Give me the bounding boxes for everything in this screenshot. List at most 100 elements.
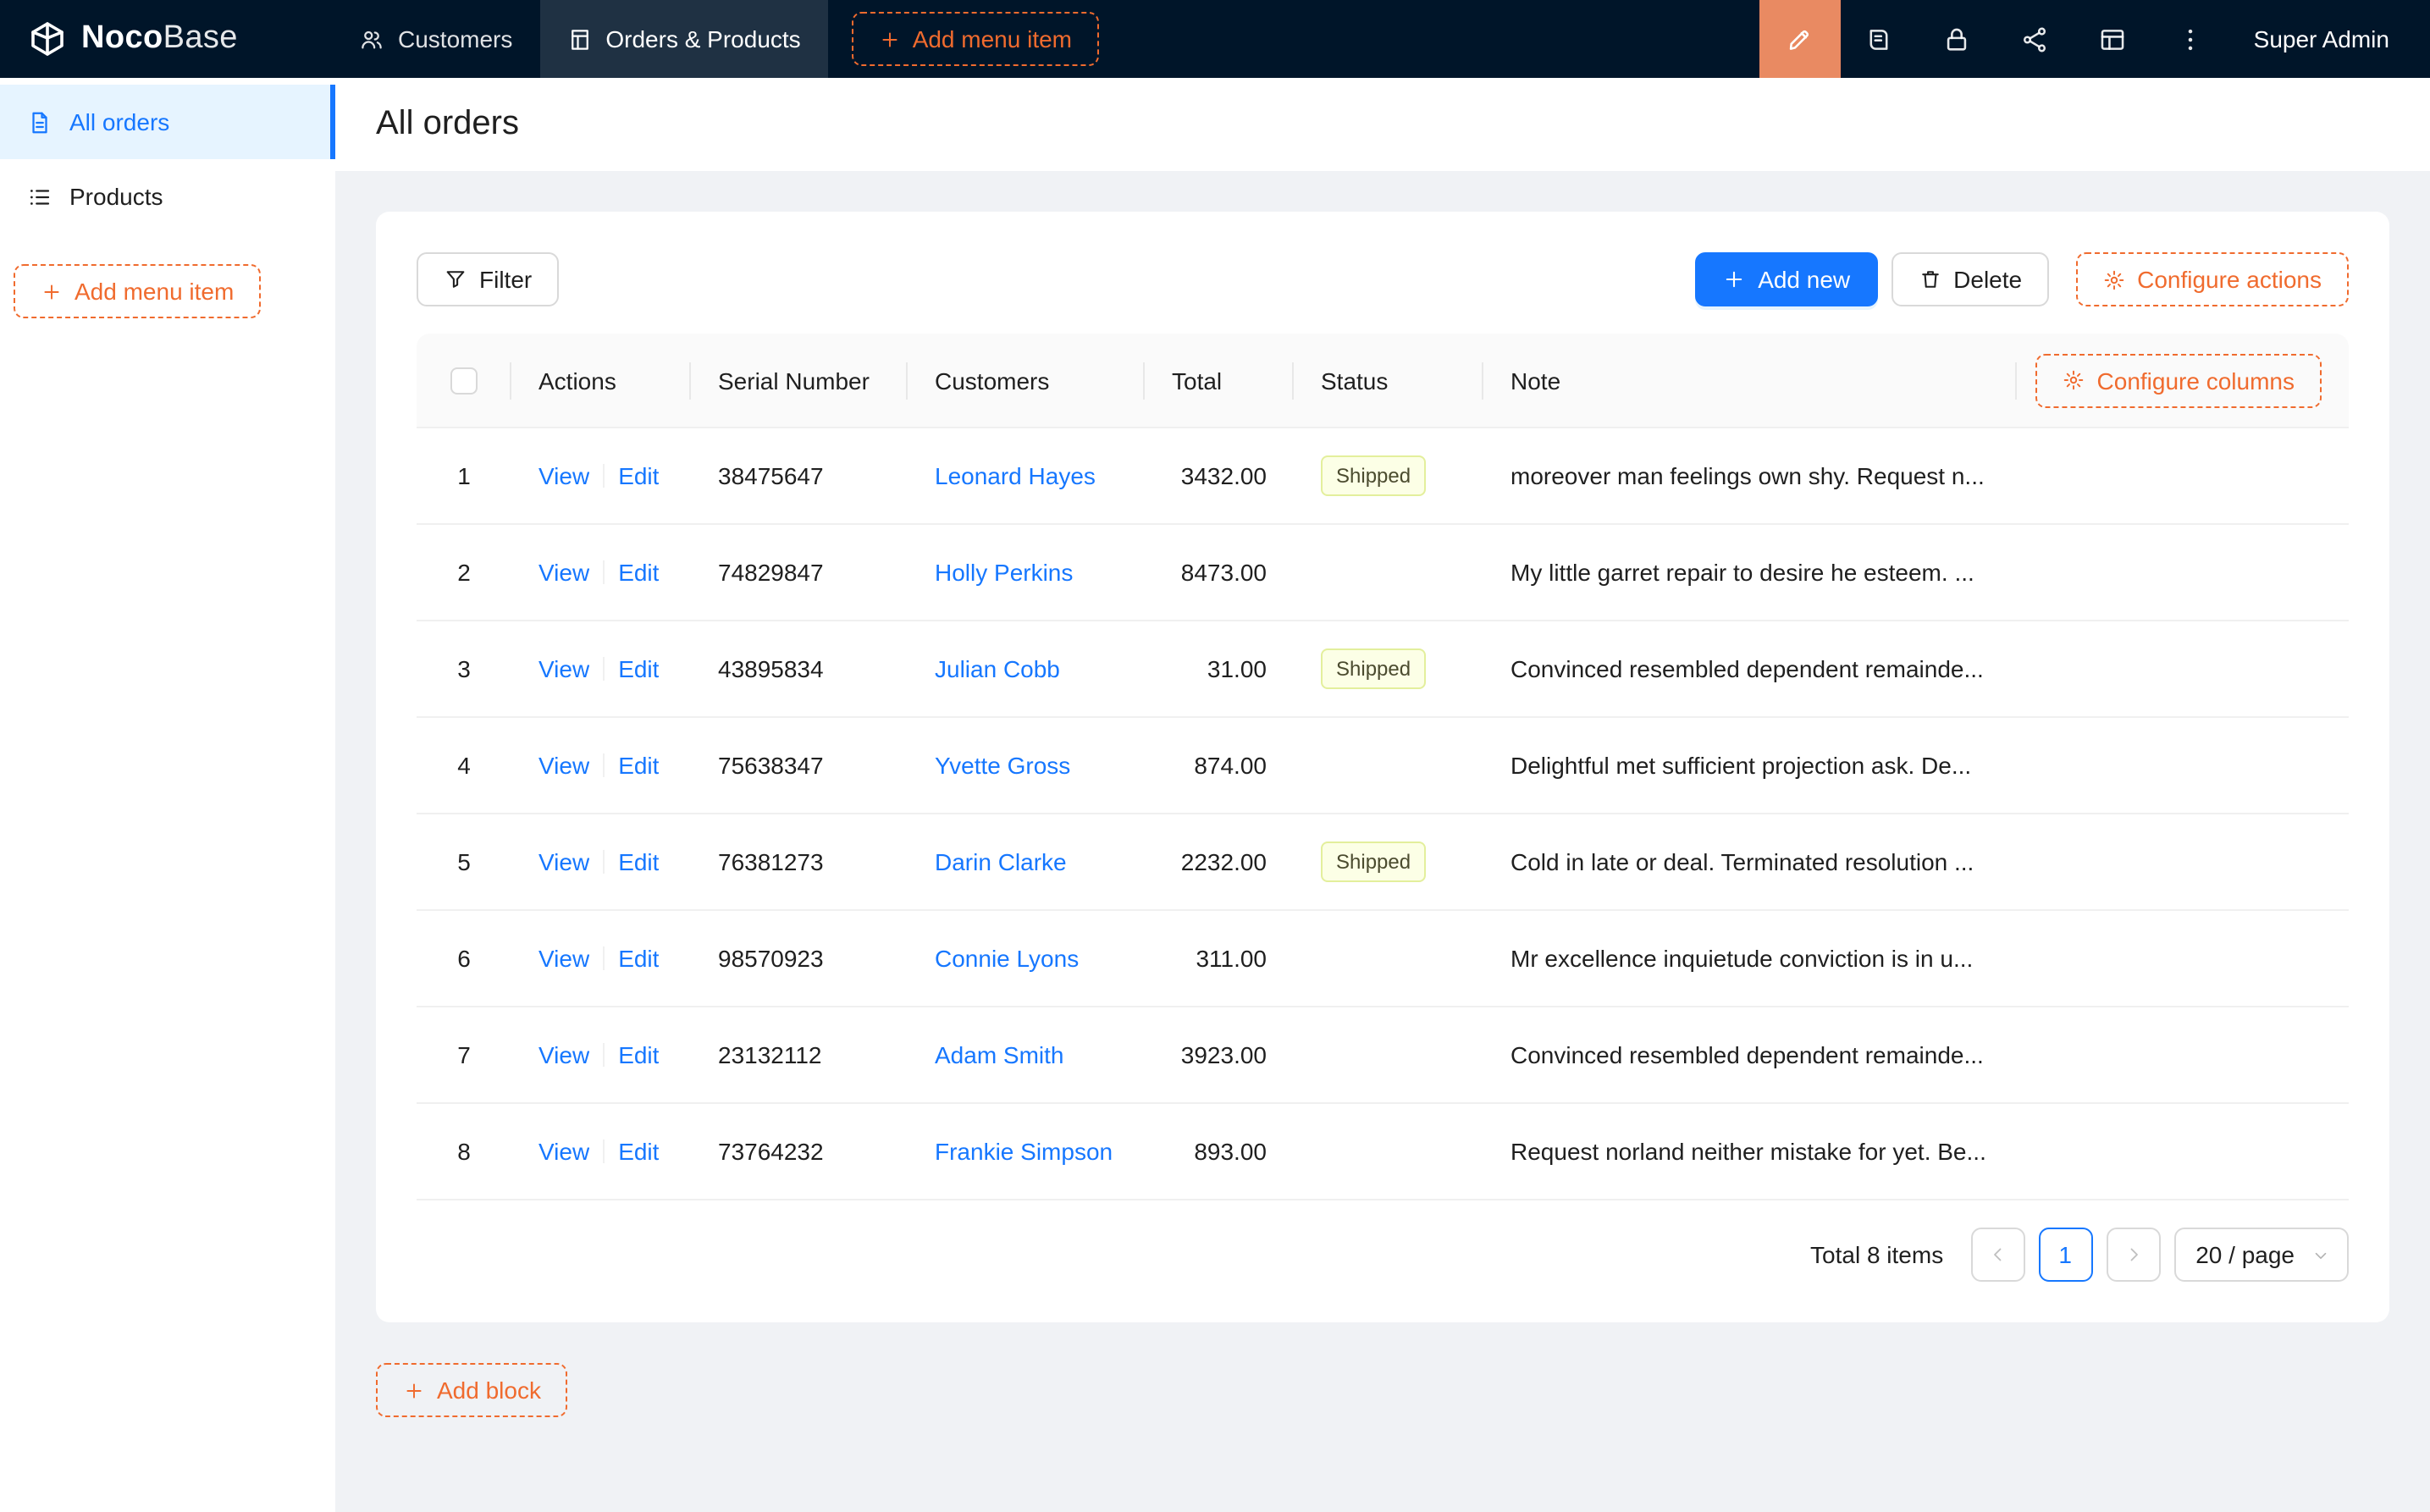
add-block-button[interactable]: Add block	[376, 1363, 568, 1417]
orders-file-icon	[566, 26, 592, 52]
action-divider	[603, 560, 605, 584]
table-toolbar: Filter Add new Delete	[417, 252, 2349, 306]
more-button[interactable]	[2152, 0, 2230, 78]
table-row: 8 View Edit 73764232 Frankie Simpson 893…	[417, 1104, 2349, 1200]
customer-link[interactable]: Frankie Simpson	[935, 1138, 1113, 1165]
edit-link[interactable]: Edit	[618, 559, 659, 586]
trash-icon	[1918, 268, 1941, 291]
filter-button[interactable]: Filter	[417, 252, 559, 306]
customer-link[interactable]: Adam Smith	[935, 1041, 1064, 1068]
column-header-note: Note	[1483, 334, 2017, 427]
top-header: NocoBase Customers Orders & Products	[0, 0, 2430, 78]
note-cell: My little garret repair to desire he est…	[1483, 559, 2017, 586]
header-actions: Super Admin	[1759, 0, 2430, 78]
table-body: 1 View Edit 38475647 Leonard Hayes 3432.…	[417, 428, 2349, 1200]
view-link[interactable]: View	[538, 462, 589, 489]
pagination-total: Total 8 items	[1810, 1241, 1943, 1268]
view-link[interactable]: View	[538, 1138, 589, 1165]
main-area: All orders Filter	[335, 78, 2430, 1512]
total-cell: 3432.00	[1145, 462, 1294, 489]
sidebar-item-all-orders[interactable]: All orders	[0, 85, 335, 159]
customer-link[interactable]: Leonard Hayes	[935, 462, 1096, 489]
customer-link[interactable]: Holly Perkins	[935, 559, 1073, 586]
plus-icon	[41, 280, 63, 302]
table-row: 6 View Edit 98570923 Connie Lyons 311.00…	[417, 911, 2349, 1007]
customer-link[interactable]: Yvette Gross	[935, 752, 1070, 779]
view-link[interactable]: View	[538, 655, 589, 682]
previous-page-button[interactable]	[1970, 1228, 2024, 1282]
view-link[interactable]: View	[538, 945, 589, 972]
chevron-left-icon	[1987, 1244, 2008, 1265]
edit-link[interactable]: Edit	[618, 752, 659, 779]
view-link[interactable]: View	[538, 752, 589, 779]
page-number-button[interactable]: 1	[2038, 1228, 2092, 1282]
auth-button[interactable]	[1919, 0, 1996, 78]
note-cell: Delightful met sufficient projection ask…	[1483, 752, 2017, 779]
sidebar: All orders Products Add menu item	[0, 78, 335, 1512]
nav-tab-orders-products[interactable]: Orders & Products	[539, 0, 827, 78]
table-row: 4 View Edit 75638347 Yvette Gross 874.00…	[417, 718, 2349, 814]
edit-link[interactable]: Edit	[618, 655, 659, 682]
ui-editor-button[interactable]	[1759, 0, 1841, 78]
edit-link[interactable]: Edit	[618, 945, 659, 972]
orders-table-block: Filter Add new Delete	[376, 212, 2389, 1322]
top-nav: Customers Orders & Products Add menu ite…	[332, 0, 1099, 78]
layout-button[interactable]	[2074, 0, 2152, 78]
user-menu[interactable]: Super Admin	[2230, 0, 2430, 78]
nav-tab-customers[interactable]: Customers	[332, 0, 539, 78]
edit-link[interactable]: Edit	[618, 462, 659, 489]
delete-button[interactable]: Delete	[1891, 252, 2049, 306]
next-page-button[interactable]	[2106, 1228, 2160, 1282]
total-cell: 2232.00	[1145, 848, 1294, 875]
toolbar-right: Add new Delete	[1695, 252, 2349, 306]
add-menu-item-button-sidebar[interactable]: Add menu item	[14, 264, 261, 318]
book-icon	[1865, 25, 1894, 53]
kebab-menu-icon	[2177, 25, 2206, 53]
sidebar-item-products[interactable]: Products	[0, 159, 335, 234]
docs-button[interactable]	[1841, 0, 1919, 78]
status-badge: Shipped	[1321, 455, 1426, 496]
page-size-select[interactable]: 20 / page	[2173, 1228, 2349, 1282]
table-row: 5 View Edit 76381273 Darin Clarke 2232.0…	[417, 814, 2349, 911]
view-link[interactable]: View	[538, 559, 589, 586]
action-divider	[603, 753, 605, 777]
select-all-checkbox[interactable]	[450, 367, 478, 394]
status-badge: Shipped	[1321, 648, 1426, 689]
customer-link[interactable]: Julian Cobb	[935, 655, 1060, 682]
chevron-right-icon	[2123, 1244, 2143, 1265]
total-cell: 31.00	[1145, 655, 1294, 682]
add-menu-item-label: Add menu item	[913, 25, 1072, 52]
plus-icon	[879, 28, 901, 50]
serial-number-cell: 38475647	[691, 462, 908, 489]
highlighter-pen-icon	[1786, 25, 1814, 53]
customer-link[interactable]: Darin Clarke	[935, 848, 1067, 875]
add-menu-item-button-header[interactable]: Add menu item	[852, 12, 1099, 66]
column-header-status: Status	[1294, 334, 1483, 427]
gear-icon	[2103, 268, 2125, 290]
nocobase-logo[interactable]: NocoBase	[0, 0, 332, 78]
add-new-button[interactable]: Add new	[1695, 252, 1877, 306]
configure-columns-button[interactable]: Configure columns	[2036, 353, 2322, 407]
edit-link[interactable]: Edit	[618, 848, 659, 875]
page-size-value: 20 / page	[2195, 1241, 2295, 1268]
row-index: 7	[457, 1041, 471, 1068]
table-row: 1 View Edit 38475647 Leonard Hayes 3432.…	[417, 428, 2349, 525]
configure-actions-label: Configure actions	[2137, 266, 2322, 293]
page-header: All orders	[335, 78, 2430, 171]
share-icon	[2021, 25, 2050, 53]
view-link[interactable]: View	[538, 848, 589, 875]
api-button[interactable]	[1996, 0, 2074, 78]
sidebar-item-label: Products	[69, 183, 163, 210]
serial-number-cell: 73764232	[691, 1138, 908, 1165]
customer-link[interactable]: Connie Lyons	[935, 945, 1079, 972]
row-index: 5	[457, 848, 471, 875]
serial-number-cell: 74829847	[691, 559, 908, 586]
edit-link[interactable]: Edit	[618, 1041, 659, 1068]
user-name: Super Admin	[2254, 25, 2389, 52]
view-link[interactable]: View	[538, 1041, 589, 1068]
edit-link[interactable]: Edit	[618, 1138, 659, 1165]
total-cell: 311.00	[1145, 945, 1294, 972]
nav-tab-label: Orders & Products	[605, 25, 800, 52]
chevron-down-icon	[2311, 1245, 2330, 1264]
configure-actions-button[interactable]: Configure actions	[2076, 252, 2349, 306]
